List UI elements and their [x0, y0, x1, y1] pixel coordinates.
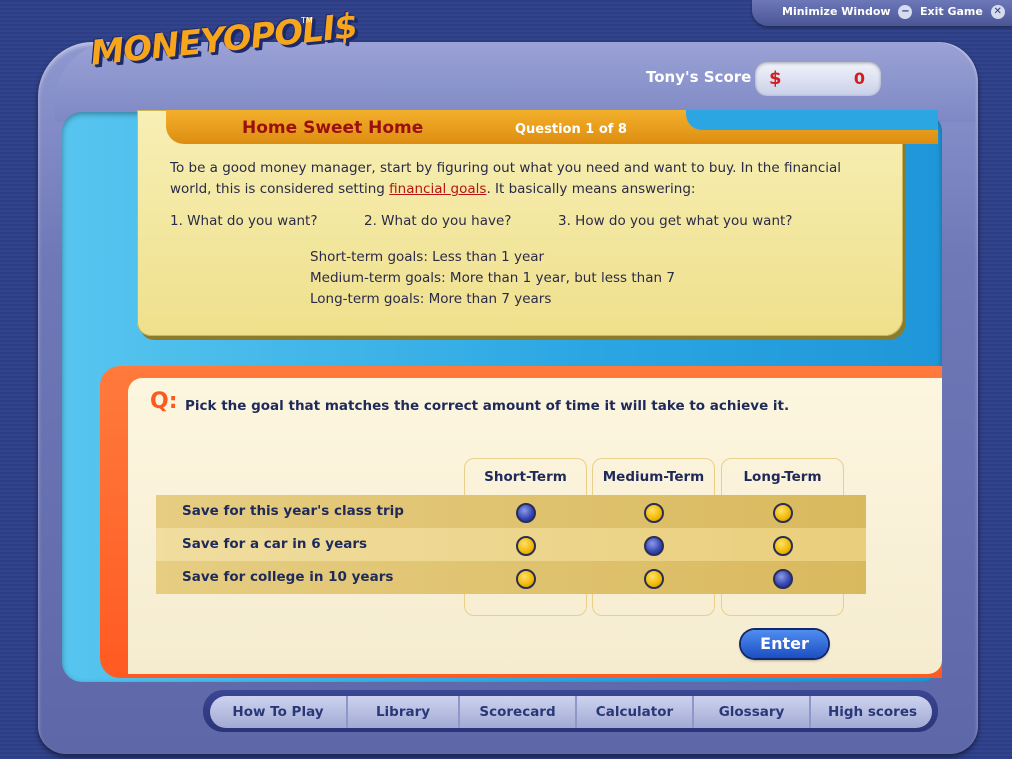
step-1: 1. What do you want?	[170, 213, 318, 229]
trademark-mark: TM	[301, 16, 313, 25]
nav-scorecard[interactable]: Scorecard	[460, 696, 577, 728]
exit-label: Exit Game	[920, 5, 983, 18]
step-3: 3. How do you get what you want?	[558, 213, 793, 229]
minimize-window-button[interactable]: Minimize Window −	[782, 5, 913, 19]
window-control-bar: Minimize Window − Exit Game ✕	[752, 0, 1012, 26]
row-label: Save for this year's class trip	[182, 503, 404, 519]
question-text: Pick the goal that matches the correct a…	[185, 398, 790, 414]
radio-long-term[interactable]	[773, 569, 793, 589]
row-label: Save for college in 10 years	[182, 569, 394, 585]
bottom-nav: How To Play Library Scorecard Calculator…	[210, 696, 932, 728]
column-header: Short-Term	[484, 469, 567, 485]
enter-button[interactable]: Enter	[741, 630, 828, 658]
answer-row: Save for a car in 6 years	[156, 528, 866, 561]
medium-term-goal-def: Medium-term goals: More than 1 year, but…	[310, 270, 675, 286]
radio-long-term[interactable]	[773, 536, 793, 556]
intro-text-before: world, this is considered setting	[170, 181, 390, 197]
score-value: 0	[853, 69, 865, 88]
nav-library[interactable]: Library	[348, 696, 460, 728]
exit-game-button[interactable]: Exit Game ✕	[920, 5, 1005, 19]
nav-calculator[interactable]: Calculator	[577, 696, 694, 728]
score-display: $ 0	[755, 62, 881, 96]
score-label: Tony's Score	[646, 68, 752, 86]
column-header: Long-Term	[743, 469, 822, 485]
row-label: Save for a car in 6 years	[182, 536, 368, 552]
nav-how-to-play[interactable]: How To Play	[210, 696, 348, 728]
nav-glossary[interactable]: Glossary	[694, 696, 811, 728]
minimize-icon: −	[898, 5, 913, 19]
dollar-icon: $	[769, 68, 782, 89]
step-2: 2. What do you have?	[364, 213, 512, 229]
answer-row: Save for this year's class trip	[156, 495, 866, 528]
radio-medium-term[interactable]	[644, 503, 664, 523]
short-term-goal-def: Short-term goals: Less than 1 year	[310, 249, 545, 265]
long-term-goal-def: Long-term goals: More than 7 years	[310, 291, 552, 307]
radio-long-term[interactable]	[773, 503, 793, 523]
answer-row: Save for college in 10 years	[156, 561, 866, 594]
question-counter: Question 1 of 8	[515, 122, 627, 137]
column-header: Medium-Term	[602, 469, 705, 485]
intro-line-2: world, this is considered setting financ…	[170, 179, 695, 200]
radio-medium-term[interactable]	[644, 569, 664, 589]
minimize-label: Minimize Window	[782, 5, 891, 18]
intro-line-1: To be a good money manager, start by fig…	[170, 160, 842, 176]
radio-short-term[interactable]	[516, 569, 536, 589]
radio-medium-term[interactable]	[644, 536, 664, 556]
question-marker: Q:	[150, 389, 178, 414]
nav-high-scores[interactable]: High scores	[811, 696, 932, 728]
financial-goals-link[interactable]: financial goals	[389, 181, 486, 197]
intro-text-after: . It basically means answering:	[486, 181, 696, 197]
radio-short-term[interactable]	[516, 503, 536, 523]
radio-short-term[interactable]	[516, 536, 536, 556]
lesson-title: Home Sweet Home	[242, 118, 424, 138]
close-icon: ✕	[990, 5, 1005, 19]
card-header-notch	[686, 110, 938, 130]
